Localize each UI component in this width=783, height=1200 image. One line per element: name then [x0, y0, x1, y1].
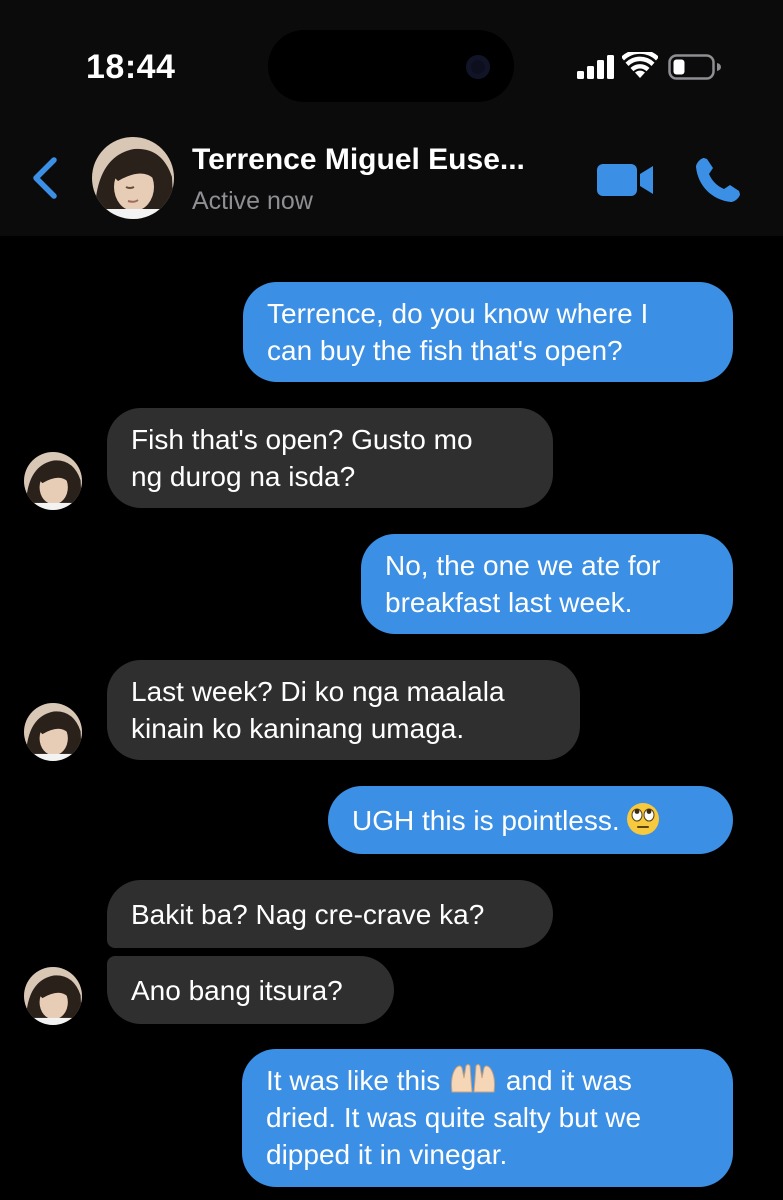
message-text: UGH this is pointless.	[352, 805, 620, 836]
message-text: Bakit ba? Nag cre-crave ka?	[131, 899, 485, 930]
message-line: No, the one we ate for	[385, 550, 661, 581]
status-bar: 18:44	[0, 0, 783, 120]
message-bubble-incoming[interactable]: Last week? Di ko nga maalala kinain ko k…	[107, 660, 580, 760]
message-bubble-outgoing[interactable]: Terrence, do you know where I can buy th…	[243, 282, 733, 382]
cellular-signal-icon	[577, 55, 614, 79]
wifi-icon	[622, 52, 658, 78]
message-line: dipped it in vinegar.	[266, 1139, 508, 1170]
message-line: Fish that's open? Gusto mo	[131, 424, 473, 455]
contact-name[interactable]: Terrence Miguel Euse...	[192, 143, 577, 177]
message-line: can buy the fish that's open?	[267, 335, 623, 366]
message-text: It was like this	[266, 1065, 441, 1096]
message-line: breakfast last week.	[385, 587, 633, 618]
message-text: Ano bang itsura?	[131, 975, 343, 1006]
message-line: kinain ko kaninang umaga.	[131, 713, 465, 744]
face-with-rolling-eyes-icon	[626, 803, 659, 835]
camera-icon	[466, 55, 490, 79]
contact-avatar[interactable]	[92, 137, 174, 219]
message-line: ng durog na isda?	[131, 461, 356, 492]
message-line: dried. It was quite salty but we	[266, 1102, 642, 1133]
conversation-header: Terrence Miguel Euse... Active now	[0, 120, 783, 236]
message-line: It was like this and it was	[266, 1062, 709, 1099]
message-line: Terrence, do you know where I	[267, 298, 649, 329]
sender-avatar[interactable]	[24, 703, 82, 761]
battery-icon	[668, 54, 721, 80]
message-bubble-incoming[interactable]: Bakit ba? Nag cre-crave ka?	[107, 880, 553, 948]
back-chevron-icon[interactable]	[26, 156, 66, 200]
message-bubble-outgoing[interactable]: No, the one we ate for breakfast last we…	[361, 534, 733, 634]
message-bubble-outgoing[interactable]: UGH this is pointless.	[328, 786, 733, 854]
message-bubble-incoming[interactable]: Ano bang itsura?	[107, 956, 394, 1024]
message-bubble-incoming[interactable]: Fish that's open? Gusto mo ng durog na i…	[107, 408, 553, 508]
phone-call-icon[interactable]	[692, 154, 744, 206]
message-line: Last week? Di ko nga maalala	[131, 676, 505, 707]
palms-up-together-icon	[451, 1064, 496, 1093]
active-status: Active now	[192, 187, 313, 215]
video-call-icon[interactable]	[597, 162, 655, 198]
message-text: and it was	[505, 1065, 632, 1096]
sender-avatar[interactable]	[24, 452, 82, 510]
status-time: 18:44	[86, 48, 176, 86]
sender-avatar[interactable]	[24, 967, 82, 1025]
message-bubble-outgoing[interactable]: It was like this and it was dried. It wa…	[242, 1049, 733, 1187]
